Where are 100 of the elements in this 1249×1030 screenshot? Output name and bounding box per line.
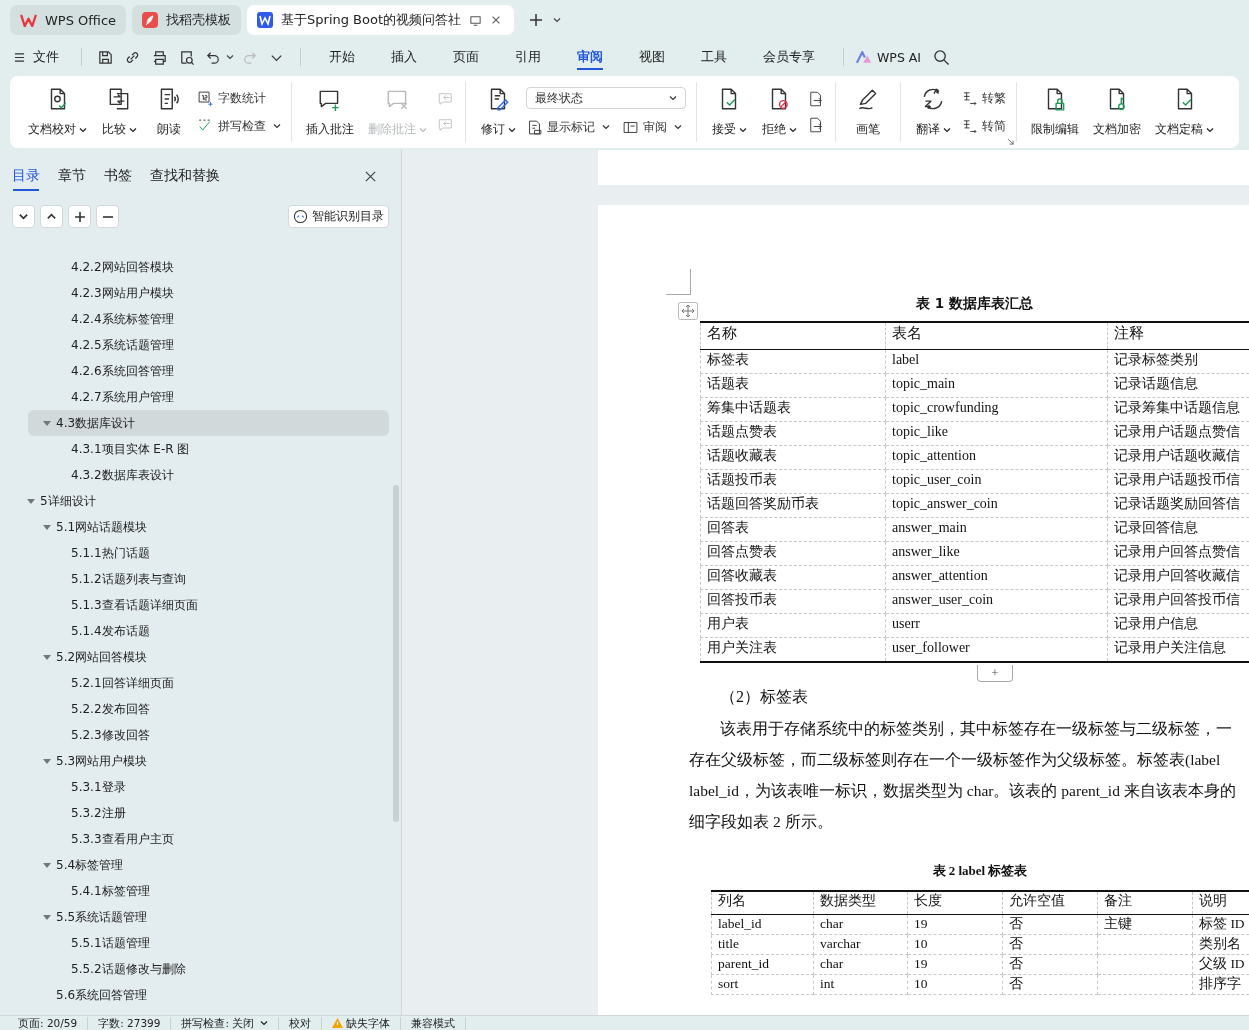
toc-item[interactable]: 5.2.3修改回答	[71, 722, 150, 748]
toc-item[interactable]: 5.2.1回答详细页面	[71, 670, 174, 696]
ribbon-button[interactable]: 插入批注	[302, 82, 358, 142]
table-cell: 记录用户话题点赞信	[1107, 421, 1249, 446]
ribbon-button[interactable]: 字数统计	[197, 88, 281, 108]
ribbon-button[interactable]: 拼写检查	[197, 116, 281, 136]
collapse-button[interactable]	[12, 205, 35, 228]
toc-item[interactable]: 4.3数据库设计	[28, 410, 389, 436]
print-icon[interactable]	[151, 48, 168, 66]
pane-tab[interactable]: 章节	[58, 164, 86, 188]
markup-dropdown[interactable]: 最终状态	[526, 87, 686, 109]
window-tab[interactable]: WPS Office	[10, 5, 127, 35]
table-cell: 记录标签类别	[1107, 349, 1249, 374]
status-item[interactable]: 拼写检查: 关闭	[171, 1016, 280, 1030]
toc-item[interactable]: 4.2.6系统回答管理	[71, 358, 174, 384]
add-row-button[interactable]: +	[977, 665, 1013, 682]
toc-item[interactable]: 5.2.2发布回答	[71, 696, 150, 722]
toc-item[interactable]: 4.2.3网站用户模块	[71, 280, 174, 306]
scrollbar-thumb[interactable]	[393, 485, 399, 822]
ribbon-tab[interactable]: 工具	[683, 42, 745, 72]
ribbon-button[interactable]: 拒绝	[757, 82, 801, 142]
ribbon-button[interactable]: 文档加密	[1089, 82, 1145, 142]
ribbon-icon-button[interactable]	[807, 116, 825, 134]
toc-item[interactable]: 5.3网站用户模块	[42, 748, 148, 774]
window-tab[interactable]: 找稻壳模板	[132, 5, 242, 35]
triangle-icon[interactable]	[42, 860, 52, 870]
close-icon[interactable]	[364, 169, 377, 183]
pane-tab[interactable]: 查找和替换	[150, 164, 220, 188]
toc-item[interactable]: 5.1.4发布话题	[71, 618, 150, 644]
triangle-icon[interactable]	[42, 652, 52, 662]
plus-icon[interactable]	[528, 12, 545, 28]
toc-item[interactable]: 5.4.1标签管理	[71, 878, 150, 904]
toc-item[interactable]: 5.4标签管理	[42, 852, 124, 878]
toc-item[interactable]: 4.3.1项目实体 E-R 图	[71, 436, 190, 462]
triangle-icon[interactable]	[42, 756, 52, 766]
table-cell: 10	[907, 934, 1003, 955]
toc-item[interactable]: 4.3.2数据库表设计	[71, 462, 174, 488]
move-handle-icon[interactable]	[678, 302, 698, 320]
toc-item[interactable]: 5.1网站话题模块	[42, 514, 148, 540]
toc-item[interactable]: 5.6系统回答管理	[56, 982, 148, 1008]
triangle-icon[interactable]	[42, 418, 52, 428]
pane-tab[interactable]: 目录	[12, 164, 40, 188]
table-cell: 回答表	[700, 517, 886, 542]
save-icon[interactable]	[97, 48, 114, 66]
file-menu-button[interactable]: 文件	[14, 48, 59, 66]
caret-icon	[669, 94, 677, 102]
ribbon-button[interactable]: 转简	[961, 116, 1006, 136]
toc-item[interactable]: 5.5.1话题管理	[71, 930, 150, 956]
table-cell: parent_id	[711, 954, 814, 975]
ribbon-button[interactable]: 比较	[97, 82, 141, 142]
ribbon-tab[interactable]: 引用	[497, 42, 559, 72]
ribbon-button[interactable]: 审阅	[622, 117, 682, 137]
ribbon-button[interactable]: 翻译	[911, 82, 955, 142]
toc-item[interactable]: 5.3.2注册	[71, 800, 126, 826]
ribbon-tab[interactable]: 视图	[621, 42, 683, 72]
toc-item[interactable]: 5.5系统话题管理	[42, 904, 148, 930]
ribbon-button[interactable]: 文档校对	[24, 82, 91, 142]
ribbon-tab[interactable]: 开始	[311, 42, 373, 72]
pane-tab[interactable]: 书签	[104, 164, 132, 188]
ribbon-button[interactable]: 文档定稿	[1151, 82, 1218, 142]
triangle-icon[interactable]	[26, 496, 36, 506]
window-tab[interactable]: 基于Spring Boot的视频问答社	[247, 5, 515, 35]
ribbon-tab[interactable]: 审阅	[559, 42, 621, 72]
ribbon-button[interactable]: 画笔	[846, 82, 890, 142]
ribbon-button[interactable]: 接受	[707, 82, 751, 142]
toc-item[interactable]: 4.2.2网站回答模块	[71, 254, 174, 280]
status-item[interactable]: 缺失字体	[322, 1016, 402, 1030]
remove-button[interactable]	[96, 205, 119, 228]
ribbon-button[interactable]: 转繁	[961, 88, 1006, 108]
triangle-icon[interactable]	[42, 522, 52, 532]
toc-item[interactable]: 4.2.4系统标签管理	[71, 306, 174, 332]
toc-item[interactable]: 5.3.1登录	[71, 774, 126, 800]
tab-title: WPS Office	[45, 12, 117, 28]
expand-button[interactable]	[40, 205, 63, 228]
toc-item[interactable]: 4.2.7系统用户管理	[71, 384, 174, 410]
ai-button[interactable]: WPS AI	[856, 49, 922, 65]
toc-item[interactable]: 5.2网站回答模块	[42, 644, 148, 670]
toc-item[interactable]: 5.3.3查看用户主页	[71, 826, 174, 852]
ribbon-tab[interactable]: 插入	[373, 42, 435, 72]
ribbon-tab[interactable]: 会员专享	[745, 42, 833, 72]
corner-arrow-icon[interactable]	[1007, 138, 1014, 145]
search-icon[interactable]	[933, 48, 951, 66]
toc-item[interactable]: 5详细设计	[26, 488, 96, 514]
ribbon-button[interactable]: 修订	[476, 82, 520, 142]
ribbon-tab[interactable]: 页面	[435, 42, 497, 72]
toc-item[interactable]: 5.1.1热门话题	[71, 540, 150, 566]
ribbon-button[interactable]: 朗读	[147, 82, 191, 142]
ribbon-button[interactable]: 限制编辑	[1027, 82, 1083, 142]
smart-toc-button[interactable]: 智能识别目录	[288, 205, 389, 228]
table-cell: user_follower	[885, 637, 1108, 662]
toc-item[interactable]: 5.1.3查看话题详细页面	[71, 592, 198, 618]
toc-item[interactable]: 5.1.2话题列表与查询	[71, 566, 186, 592]
triangle-icon[interactable]	[42, 912, 52, 922]
toc-item[interactable]: 5.5.2话题修改与删除	[71, 956, 186, 982]
ribbon-button[interactable]: 显示标记	[526, 117, 610, 137]
ribbon-icon-button[interactable]	[807, 90, 825, 108]
toc-item[interactable]: 4.2.5系统话题管理	[71, 332, 174, 358]
add-button[interactable]	[68, 205, 91, 228]
print-preview-icon[interactable]	[178, 48, 195, 66]
monitor-icon[interactable]	[469, 13, 483, 27]
